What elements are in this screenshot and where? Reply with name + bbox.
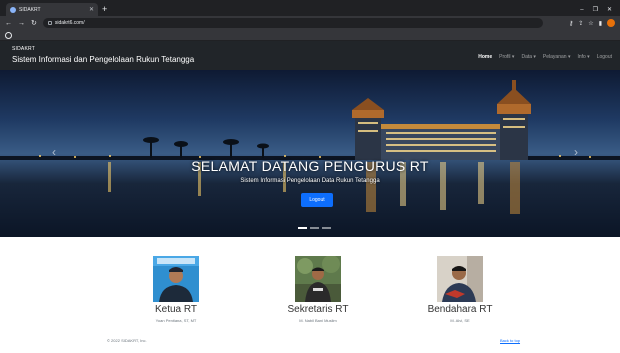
site-subtitle: Sistem Informasi dan Pengelolaan Rukun T… [12,55,195,64]
site-brand[interactable]: SIDAKRT [12,46,35,52]
share-icon[interactable]: ⇪ [578,20,583,27]
profile-avatar[interactable] [607,19,615,27]
forward-icon[interactable]: → [18,20,25,27]
sidebar-icon[interactable]: ▮ [599,20,602,27]
member-name: M. Alvi, SE [450,318,470,323]
bookmark-icon[interactable] [5,31,12,39]
window-controls: – ❐ ✕ [580,3,620,16]
member-name: Yoan Pentiana, ST, MT [155,318,197,323]
nav-logout[interactable]: Logout [597,54,612,60]
browser-tab[interactable]: SIDAKRT ✕ [6,3,98,16]
toolbar-icons: ⚷ ⇪ ☆ ▮ [569,19,615,27]
footer-copyright: © 2022 SIDAKRT, Inc. [107,338,147,343]
avatar [295,256,341,302]
hero-carousel: ‹ › SELAMAT DATANG PENGURUS RT Sistem In… [0,70,620,237]
url-text: sidakrt6.com/ [54,20,85,26]
carousel-next-icon[interactable]: › [574,145,578,159]
nav-profil[interactable]: Profil ▾ [499,54,514,60]
bendahara-photo-image [437,256,483,302]
new-tab-button[interactable]: + [102,3,107,16]
reload-icon[interactable]: ↻ [31,20,37,27]
sekretaris-photo-image [295,256,341,302]
restore-button[interactable]: ❐ [593,6,598,13]
nav-home[interactable]: Home [478,54,492,60]
back-to-top-link[interactable]: Back to top [500,338,520,343]
hero-logout-button[interactable]: Logout [301,193,333,207]
member-name: M. Nabil Bani Muslim [299,318,337,323]
avatar [437,256,483,302]
hero-subtitle: Sistem Informasi Pengelolaan Data Rukun … [240,178,380,184]
ketua-photo-image [153,256,199,302]
carousel-indicator-2[interactable] [310,227,319,229]
browser-tabbar: SIDAKRT ✕ + – ❐ ✕ [0,0,620,16]
hero-title: SELAMAT DATANG PENGURUS RT [191,158,429,174]
nav-menu: Home Profil ▾ Data ▾ Pelayanan ▾ Info ▾ … [478,54,612,60]
favicon-icon [10,6,16,13]
minimize-button[interactable]: – [580,7,583,13]
hero-background-image [0,80,620,214]
avatar [153,256,199,302]
close-tab-icon[interactable]: ✕ [89,6,94,13]
nav-data[interactable]: Data ▾ [521,54,535,60]
member-role: Bendahara RT [427,304,493,315]
carousel-prev-icon[interactable]: ‹ [52,145,56,159]
back-icon[interactable]: ← [5,20,12,27]
member-role: Ketua RT [154,304,198,315]
browser-toolbar: ← → ↻ sidakrt6.com/ ⚷ ⇪ ☆ ▮ [0,16,620,30]
carousel-indicator-3[interactable] [322,227,331,229]
browser-window: SIDAKRT ✕ + – ❐ ✕ ← → ↻ sidakrt6.com/ ⚷ … [0,0,620,353]
nav-pelayanan[interactable]: Pelayanan ▾ [543,54,571,60]
member-bendahara: Bendahara RT M. Alvi, SE [400,256,520,323]
nav-info[interactable]: Info ▾ [577,54,589,60]
member-ketua: Ketua RT Yoan Pentiana, ST, MT [116,256,236,323]
tab-title: SIDAKRT [19,6,41,13]
star-icon[interactable]: ☆ [588,20,593,27]
site-navbar: SIDAKRT Sistem Informasi dan Pengelolaan… [0,41,620,70]
carousel-indicator-1[interactable] [298,227,307,229]
address-bar[interactable]: sidakrt6.com/ [42,18,543,28]
carousel-indicators [298,227,331,229]
member-role: Sekretaris RT [287,304,349,315]
member-sekretaris: Sekretaris RT M. Nabil Bani Muslim [258,256,378,323]
bookmarks-bar [0,30,620,41]
lock-icon [47,21,52,25]
key-icon[interactable]: ⚷ [569,20,573,27]
close-window-button[interactable]: ✕ [607,6,612,13]
